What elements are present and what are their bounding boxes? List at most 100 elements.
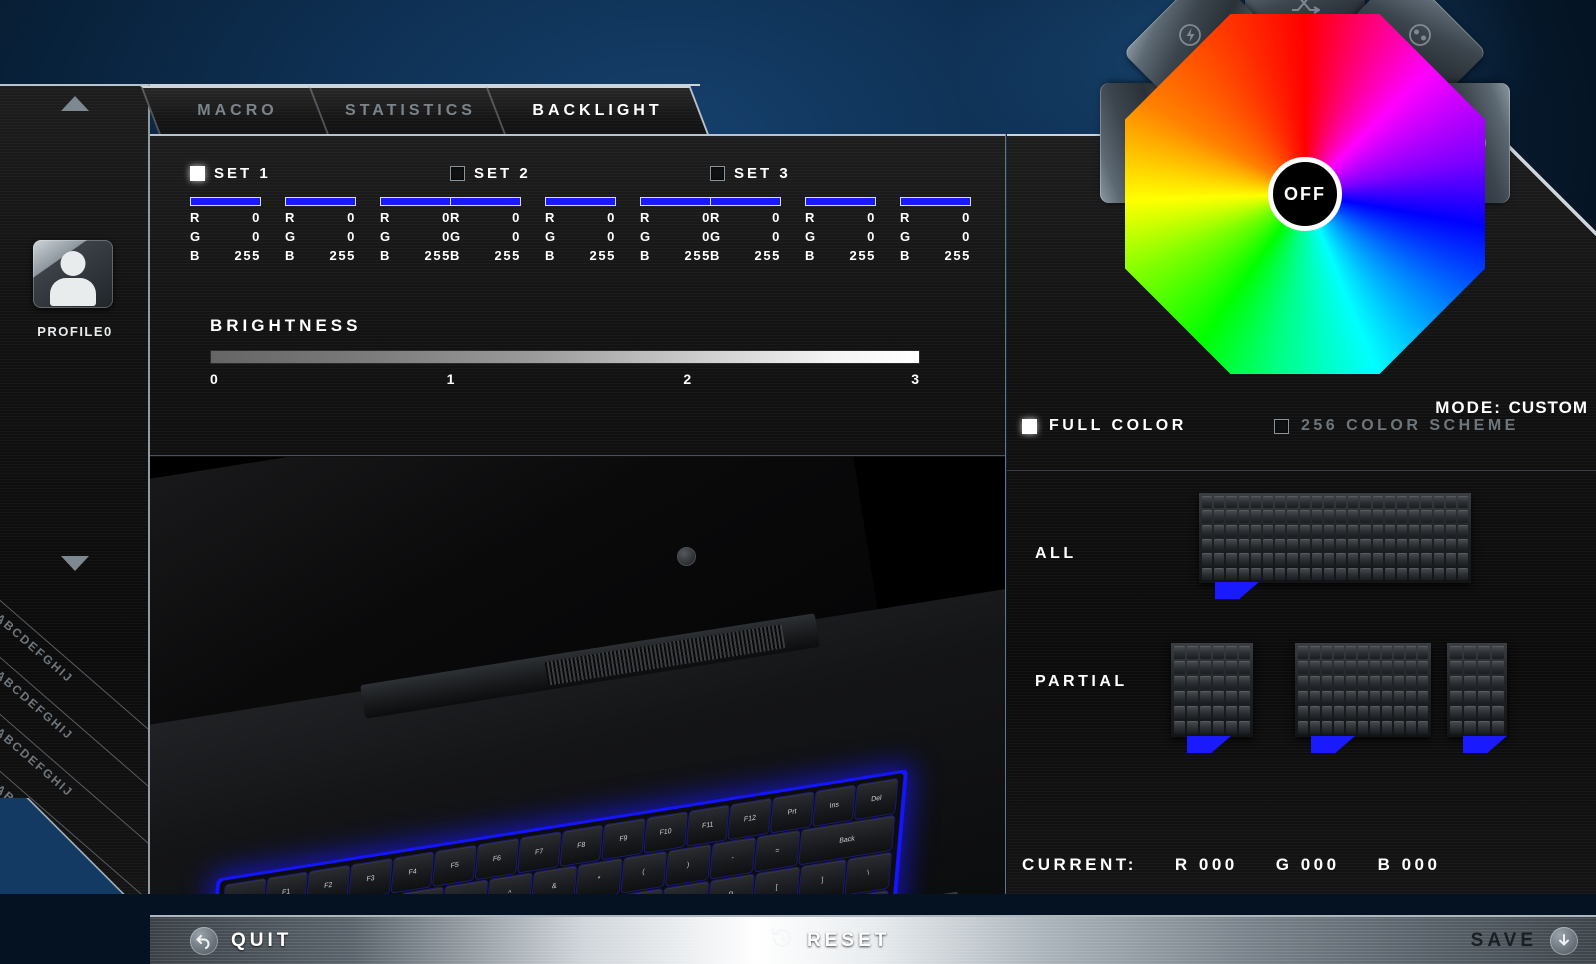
set-color-column[interactable]: R 0 G 0 B 255 [640, 197, 711, 263]
set-color-swatch[interactable] [545, 197, 616, 206]
mini-key [1409, 524, 1420, 537]
mini-key [1384, 510, 1395, 523]
mini-key [1200, 721, 1211, 734]
mini-key [1409, 496, 1420, 509]
sidebar-scroll-up-button[interactable] [0, 96, 148, 111]
set-color-column[interactable]: R 0 G 0 B 255 [380, 197, 451, 263]
mini-key [1336, 524, 1347, 537]
quit-button[interactable]: QUIT [190, 926, 292, 955]
set-checkbox-1[interactable] [190, 165, 205, 181]
color-wheel-off-button[interactable]: OFF [1268, 157, 1342, 231]
sidebar-scroll-down-button[interactable] [0, 556, 148, 571]
mini-key [1478, 676, 1490, 689]
save-button[interactable]: SAVE [1471, 926, 1578, 955]
preview-key: F3 [349, 859, 392, 894]
color-wheel-picker[interactable]: OFF [1125, 14, 1485, 374]
mini-key [1406, 676, 1416, 689]
mini-key-row [1174, 721, 1250, 734]
mini-key [1450, 706, 1462, 719]
set-color-swatch[interactable] [900, 197, 971, 206]
set-checkbox-3[interactable] [710, 165, 725, 181]
mini-key [1445, 510, 1456, 523]
set-color-column[interactable]: R 0 G 0 B 255 [190, 197, 261, 263]
set-red-row: R0 [190, 210, 261, 225]
mini-key [1310, 676, 1320, 689]
set-color-swatch[interactable] [380, 197, 451, 206]
preview-key: F6 [475, 839, 518, 880]
set-red-key: R [285, 210, 296, 225]
set-color-swatch[interactable] [710, 197, 781, 206]
mini-key [1174, 646, 1185, 659]
set-blue-value: 255 [849, 248, 876, 263]
preview-key: F2 [307, 865, 350, 894]
mini-key [1323, 496, 1335, 509]
mini-key [1418, 706, 1428, 719]
brightness-slider[interactable] [210, 350, 920, 364]
preview-key: F8 [560, 825, 603, 866]
zone-partial-left-button[interactable] [1171, 643, 1253, 753]
color-mode-checkbox-2[interactable] [1274, 418, 1289, 434]
mini-key [1478, 646, 1490, 659]
zone-all-keyboard-button[interactable] [1199, 493, 1471, 599]
set-color-column[interactable]: R 0 G 0 B 255 [450, 197, 521, 263]
set-header: SET 1 [190, 162, 451, 184]
set-blue-value: 255 [424, 248, 451, 263]
mini-key [1397, 496, 1408, 509]
mini-key [1421, 553, 1432, 566]
color-mode-checkbox-1[interactable] [1022, 418, 1037, 434]
color-mode-option-1[interactable]: FULL COLOR [1022, 417, 1187, 435]
set-green-value: 0 [867, 229, 876, 244]
profile-avatar[interactable] [33, 240, 113, 308]
tab-macro[interactable]: MACRO [140, 84, 335, 136]
brightness-label: BRIGHTNESS [210, 316, 362, 335]
mini-key-row [1298, 691, 1428, 704]
zone-partial-left-indicator [1187, 736, 1231, 753]
color-mode-option-2[interactable]: 256 COLOR SCHEME [1274, 417, 1519, 435]
set-title: SET 1 [214, 164, 271, 182]
set-green-row: G0 [640, 229, 711, 244]
set-color-swatch[interactable] [805, 197, 876, 206]
set-color-column[interactable]: R 0 G 0 B 255 [285, 197, 356, 263]
mini-key [1238, 553, 1249, 566]
mini-key [1202, 524, 1213, 537]
tab-backlight[interactable]: BACKLIGHT [485, 84, 710, 136]
set-green-key: G [450, 229, 462, 244]
set-color-swatch[interactable] [190, 197, 261, 206]
preview-key: Del [855, 778, 898, 820]
mini-key [1202, 496, 1213, 509]
mini-key [1457, 538, 1469, 552]
mini-key [1226, 661, 1237, 674]
tab-statistics[interactable]: STATISTICS [308, 84, 513, 136]
mini-key [1360, 567, 1371, 580]
preview-key: Prt [770, 792, 814, 833]
set-color-swatch[interactable] [640, 197, 711, 206]
set-red-row: R0 [450, 210, 521, 225]
set-color-column[interactable]: R 0 G 0 B 255 [805, 197, 876, 263]
set-color-column[interactable]: R 0 G 0 B 255 [545, 197, 616, 263]
set-color-swatch[interactable] [450, 197, 521, 206]
set-color-swatch[interactable] [285, 197, 356, 206]
mini-key [1372, 553, 1383, 566]
reset-button[interactable]: RESET [770, 926, 890, 955]
mini-key [1250, 524, 1261, 537]
set-checkbox-2[interactable] [450, 165, 465, 181]
set-color-column[interactable]: R 0 G 0 B 255 [710, 197, 781, 263]
mini-key [1334, 646, 1344, 659]
mini-key [1346, 691, 1356, 704]
mini-key [1418, 661, 1428, 674]
set-blue-row: B 255 [545, 248, 616, 263]
mini-key [1394, 691, 1404, 704]
mini-key [1370, 661, 1380, 674]
mini-key [1200, 661, 1211, 674]
mini-key [1346, 706, 1356, 719]
zone-partial-numpad-button[interactable] [1447, 643, 1507, 753]
mini-key [1450, 646, 1462, 659]
set-green-key: G [545, 229, 557, 244]
mini-key [1384, 538, 1395, 552]
chevron-up-icon [61, 96, 89, 111]
set-green-value: 0 [772, 229, 781, 244]
set-color-column[interactable]: R 0 G 0 B 255 [900, 197, 971, 263]
mini-key [1334, 706, 1344, 719]
zone-partial-center-button[interactable] [1295, 643, 1431, 753]
mini-key [1287, 510, 1298, 523]
